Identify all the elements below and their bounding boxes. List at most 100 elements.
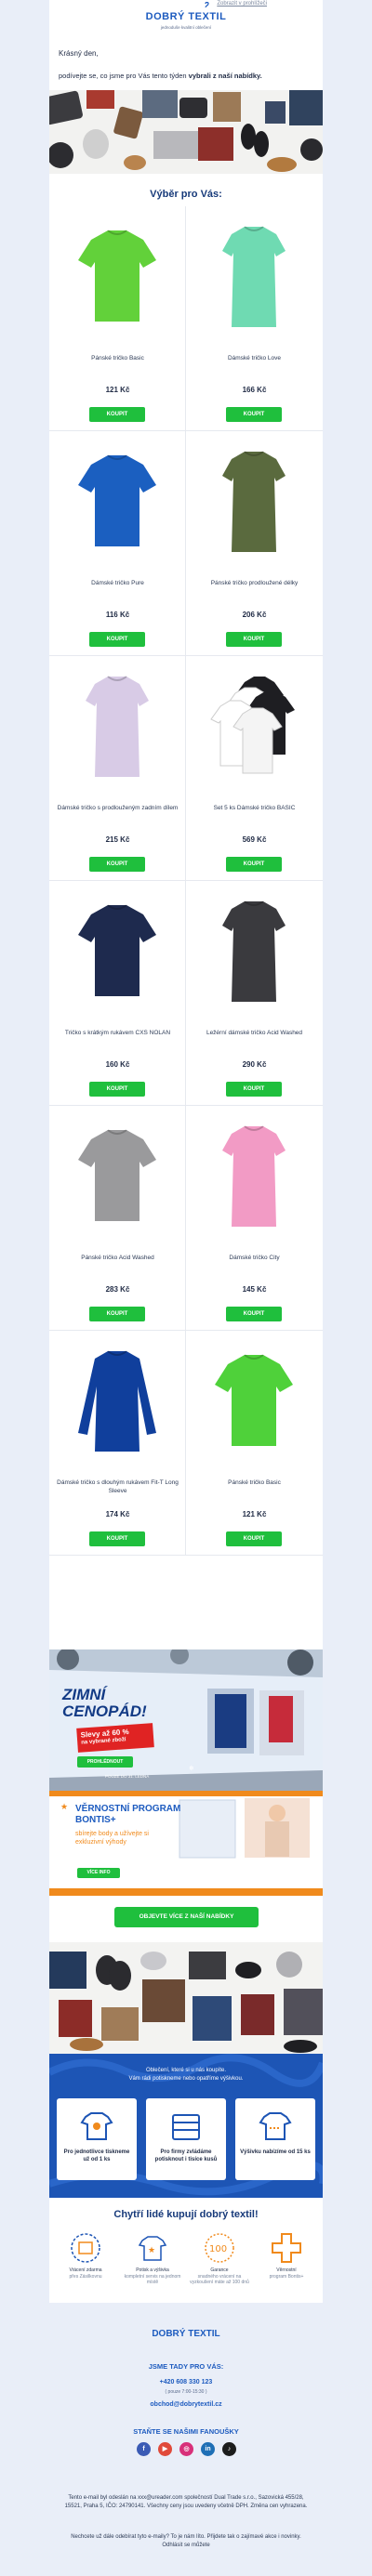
winter-title: ZIMNÍ CENOPÁD! <box>62 1687 147 1720</box>
product-image[interactable] <box>207 669 300 781</box>
section-title: Výběr pro Vás: <box>150 189 222 200</box>
buy-button[interactable]: KOUPIT <box>89 1082 145 1097</box>
service-card-label: Pro jednotlivce tiskneme už od 1 ks <box>63 2149 130 2162</box>
tshirt-star-icon: ★ <box>138 2236 167 2261</box>
buy-button[interactable]: KOUPIT <box>226 632 282 647</box>
winter-banner-image: ❄ <box>49 1649 323 1791</box>
footer-logo[interactable]: DOBRÝ TEXTIL <box>49 2329 323 2339</box>
winter-button[interactable]: PROHLÉDNOUT <box>77 1756 133 1768</box>
product-card[interactable]: Dámské tričko s prodlouženým zadním díle… <box>49 656 186 881</box>
product-price: 290 Kč <box>242 1060 267 1069</box>
view-online-link[interactable]: Zobrazit v prohlížeči <box>217 1 267 7</box>
product-card[interactable]: Pánské tričko Acid Washed 283 Kč KOUPIT <box>49 1106 186 1331</box>
intro-text-regular: podívejte se, co jsme pro Vás tento týde… <box>59 72 189 80</box>
contact-phone[interactable]: +420 608 330 123 <box>49 2379 323 2385</box>
buy-button[interactable]: KOUPIT <box>89 1307 145 1321</box>
product-price: 283 Kč <box>105 1285 130 1294</box>
buy-button[interactable]: KOUPIT <box>226 407 282 422</box>
hundred-days-icon: 100 <box>205 2233 234 2263</box>
product-card[interactable]: Dámské tričko Love 166 Kč KOUPIT <box>186 206 323 431</box>
loyalty-subtitle: sbírejte body a užívejte si exkluzivní v… <box>75 1830 149 1847</box>
svg-text:100: 100 <box>209 2244 227 2254</box>
product-price: 121 Kč <box>105 386 130 394</box>
buy-button[interactable]: KOUPIT <box>226 1307 282 1321</box>
product-image[interactable] <box>207 1119 300 1230</box>
product-name[interactable]: Pánské tričko Acid Washed <box>57 1255 179 1263</box>
product-card[interactable]: Ležérní dámské tričko Acid Washed 290 Kč K… <box>186 881 323 1106</box>
product-name[interactable]: Dámské tričko Pure <box>57 580 179 588</box>
product-name[interactable]: Dámské tričko City <box>193 1255 315 1263</box>
product-price: 206 Kč <box>242 611 267 619</box>
product-name[interactable]: Pánské tričko prodloužené délky <box>193 580 315 588</box>
product-card[interactable]: Dámské tričko s dlouhým rukávem Fit-T Lo… <box>49 1331 186 1556</box>
product-name[interactable]: Ležérní dámské tričko Acid Washed <box>193 1030 315 1038</box>
winter-sale-banner[interactable]: ❄ ZIMNÍ CENOPÁD! Slevy až 60 % na vybran… <box>49 1649 323 1791</box>
product-name[interactable]: Pánské tričko Basic <box>193 1479 315 1488</box>
product-name[interactable]: Dámské tričko s prodlouženým zadním díle… <box>57 805 179 813</box>
product-image[interactable] <box>207 1344 300 1455</box>
product-card[interactable]: Pánské tričko Basic 121 Kč KOUPIT <box>49 206 186 431</box>
product-card[interactable]: Tričko s krátkým rukávem CXS NOLAN 160 Kč… <box>49 881 186 1106</box>
footer-unsubscribe[interactable]: Nechcete už dále odebírat tyto e-maily? … <box>62 2533 310 2550</box>
winter-title-line2: CENOPÁD! <box>62 1702 147 1720</box>
loyalty-button[interactable]: VÍCE INFO <box>77 1868 120 1878</box>
buy-button[interactable]: KOUPIT <box>89 632 145 647</box>
product-name[interactable]: Dámské tričko Love <box>193 355 315 363</box>
hanger-icon <box>205 2 209 8</box>
product-price: 116 Kč <box>105 611 130 619</box>
product-card[interactable]: Dámské tričko City 145 Kč KOUPIT <box>186 1106 323 1331</box>
service-card-label: Výšivku nabízíme od 15 ks <box>240 2149 311 2155</box>
loyalty-banner[interactable]: ★ VĚRNOSTNÍ PROGRAM BONTIS+ sbírejte bod… <box>49 1791 323 1860</box>
product-card[interactable]: Dámské tričko Pure 116 Kč KOUPIT <box>49 431 186 656</box>
product-image[interactable] <box>207 894 300 1005</box>
clothing-banner-top[interactable] <box>49 90 323 174</box>
logo-tagline: jednoduše kvalitní oblečení <box>160 25 212 30</box>
buy-button[interactable]: KOUPIT <box>89 407 145 422</box>
feature-guarantee: 100 Garance snadného vrácení na vyzkoušen… <box>187 2230 252 2305</box>
product-card[interactable]: Pánské tričko Basic 121 Kč KOUPIT <box>186 1331 323 1556</box>
product-image[interactable] <box>71 219 164 331</box>
buy-button[interactable]: KOUPIT <box>226 1531 282 1546</box>
product-image[interactable] <box>71 669 164 781</box>
explore-more-button[interactable]: OBJEVTE VÍCE Z NAŠÍ NABÍDKY <box>114 1907 259 1927</box>
tiktok-icon[interactable]: ♪ <box>222 2442 236 2456</box>
product-card[interactable]: Pánské tričko prodloužené délky 206 Kč KOU… <box>186 431 323 656</box>
product-image[interactable] <box>71 444 164 556</box>
contact-email[interactable]: obchod@dobrytextil.cz <box>49 2401 323 2408</box>
product-image[interactable] <box>207 219 300 331</box>
embroidery-icon <box>259 2112 292 2140</box>
feature-free-return: Vrácení zdarma přes Zásilkovnu <box>53 2230 118 2305</box>
tshirt-stack-icon <box>172 2114 200 2140</box>
feature-caption: Garance snadného vrácení na vyzkoušení má… <box>187 2267 252 2286</box>
product-image[interactable] <box>71 1344 164 1455</box>
service-card-embroidery: Výšivku nabízíme od 15 ks <box>235 2098 315 2180</box>
buy-button[interactable]: KOUPIT <box>89 1531 145 1546</box>
product-name[interactable]: Dámské tričko s dlouhým rukávem Fit-T Lo… <box>57 1479 179 1496</box>
product-name[interactable]: Pánské tričko Basic <box>57 355 179 363</box>
contact-title: JSME TADY PRO VÁS: <box>148 2362 224 2371</box>
product-card[interactable]: Set 5 ks Dámské tričko BASIC 569 Kč KOUPIT <box>186 656 323 881</box>
clothing-flatlay-image-2 <box>49 1942 323 2054</box>
logo[interactable]: DOBRÝ TEXTIL jednoduše kvalitní oblečení <box>49 2 323 30</box>
buy-button[interactable]: KOUPIT <box>226 1082 282 1097</box>
product-image[interactable] <box>71 1119 164 1230</box>
footer: DOBRÝ TEXTIL JSME TADY PRO VÁS: +420 608… <box>49 2303 323 2576</box>
facebook-icon[interactable]: f <box>137 2442 151 2456</box>
product-image[interactable] <box>71 894 164 1005</box>
product-name[interactable]: Tričko s krátkým rukávem CXS NOLAN <box>57 1030 179 1038</box>
clothing-banner-bottom[interactable] <box>49 1942 323 2054</box>
svg-text:❄: ❄ <box>189 1765 194 1772</box>
instagram-icon[interactable]: ◎ <box>179 2442 193 2456</box>
fans-title: STAŇTE SE NAŠIMI FANOUŠKY <box>133 2427 239 2436</box>
product-image[interactable] <box>207 444 300 556</box>
email-body: Zobrazit v prohlížeči DOBRÝ TEXTIL jedno… <box>49 0 323 2576</box>
linkedin-icon[interactable]: in <box>201 2442 215 2456</box>
youtube-icon[interactable]: ▶ <box>158 2442 172 2456</box>
buy-button[interactable]: KOUPIT <box>89 857 145 872</box>
service-line1: Oblečení, které si u nás koupíte. <box>145 2068 227 2073</box>
feature-caption: Potisk a výšivka kompletní servis na jedn… <box>120 2267 185 2286</box>
product-name[interactable]: Set 5 ks Dámské tričko BASIC <box>193 805 315 813</box>
buy-button[interactable]: KOUPIT <box>226 857 282 872</box>
footer-legal: Tento e-mail byl odeslán na xxx@ureader.… <box>64 2495 308 2509</box>
clothing-flatlay-image <box>49 90 323 174</box>
